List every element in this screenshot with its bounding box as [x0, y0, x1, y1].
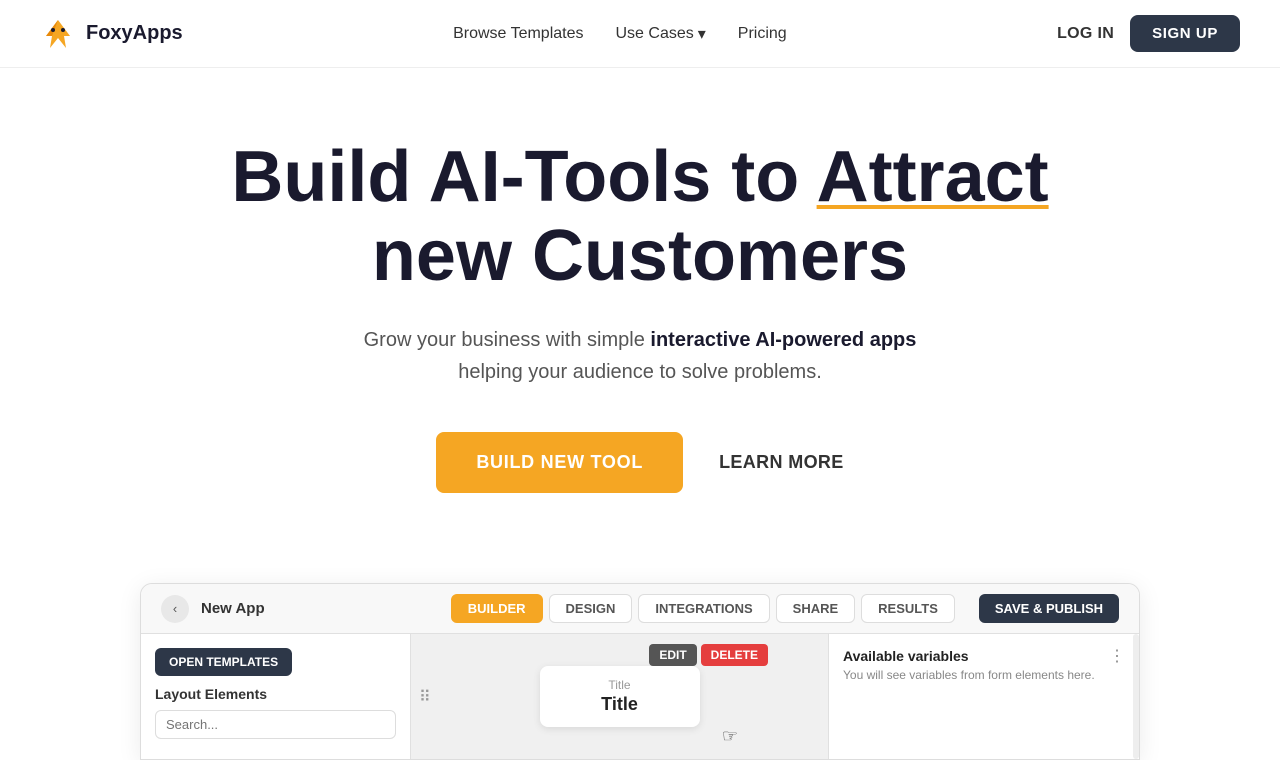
logo-text: FoxyApps — [86, 22, 183, 45]
logo[interactable]: FoxyApps — [40, 16, 183, 52]
cursor-icon: ☞ — [722, 726, 738, 747]
edit-button[interactable]: EDIT — [649, 644, 696, 666]
learn-more-button[interactable]: LEARN MORE — [719, 452, 844, 473]
app-preview: ‹ New App BUILDER DESIGN INTEGRATIONS SH… — [140, 583, 1140, 760]
variables-subtitle: You will see variables from form element… — [843, 668, 1125, 682]
tab-builder[interactable]: BUILDER — [451, 594, 543, 623]
nav-link-pricing[interactable]: Pricing — [738, 25, 787, 43]
hero-subtitle: Grow your business with simple interacti… — [40, 324, 1240, 388]
hero-title-line2: new Customers — [40, 217, 1240, 296]
preview-card: Title Title — [540, 666, 700, 727]
tab-results[interactable]: RESULTS — [861, 594, 955, 623]
sidebar-section-title: Layout Elements — [155, 686, 396, 702]
save-publish-button[interactable]: SAVE & PUBLISH — [979, 594, 1119, 623]
login-button[interactable]: LOG IN — [1057, 25, 1114, 43]
signup-button[interactable]: SIGN UP — [1130, 15, 1240, 52]
app-right-panel: ⋮ Available variables You will see varia… — [829, 634, 1139, 759]
logo-icon — [40, 16, 76, 52]
hero-title-line1: Build AI-Tools to Attract — [231, 137, 1048, 217]
chevron-down-icon: ▾ — [698, 24, 706, 44]
app-topbar: ‹ New App BUILDER DESIGN INTEGRATIONS SH… — [141, 584, 1139, 634]
app-sidebar: OPEN TEMPLATES Layout Elements — [141, 634, 411, 759]
scroll-bar — [1133, 634, 1139, 759]
drag-handle-icon: ⠿ — [419, 687, 431, 707]
nav-link-browse-templates[interactable]: Browse Templates — [453, 25, 583, 43]
hero-section: Build AI-Tools to Attract new Customers … — [0, 68, 1280, 583]
tab-integrations[interactable]: INTEGRATIONS — [638, 594, 769, 623]
app-tabs: BUILDER DESIGN INTEGRATIONS SHARE RESULT… — [451, 594, 955, 623]
edit-delete-bar: EDIT DELETE — [649, 644, 768, 666]
build-new-tool-button[interactable]: BUILD NEW TOOL — [436, 432, 683, 493]
hero-attract-word: Attract — [817, 137, 1049, 217]
open-templates-button[interactable]: OPEN TEMPLATES — [155, 648, 292, 676]
app-canvas[interactable]: ⠿ Title Title EDIT DELETE ☞ — [411, 634, 829, 759]
menu-dots-icon[interactable]: ⋮ — [1109, 646, 1125, 666]
sidebar-search-input[interactable] — [155, 710, 396, 739]
hero-title: Build AI-Tools to Attract new Customers — [40, 138, 1240, 296]
navbar: FoxyApps Browse Templates Use Cases ▾ Pr… — [0, 0, 1280, 68]
app-body: OPEN TEMPLATES Layout Elements ⠿ Title T… — [141, 634, 1139, 759]
app-name: New App — [201, 600, 439, 617]
card-title: Title — [564, 694, 676, 715]
tab-design[interactable]: DESIGN — [549, 594, 633, 623]
nav-actions: LOG IN SIGN UP — [1057, 15, 1240, 52]
card-label: Title — [564, 678, 676, 692]
nav-links: Browse Templates Use Cases ▾ Pricing — [453, 24, 787, 44]
delete-button[interactable]: DELETE — [701, 644, 768, 666]
back-button[interactable]: ‹ — [161, 595, 189, 623]
tab-share[interactable]: SHARE — [776, 594, 856, 623]
nav-link-use-cases[interactable]: Use Cases ▾ — [616, 24, 706, 44]
variables-title: Available variables — [843, 648, 1125, 664]
hero-buttons: BUILD NEW TOOL LEARN MORE — [40, 432, 1240, 493]
